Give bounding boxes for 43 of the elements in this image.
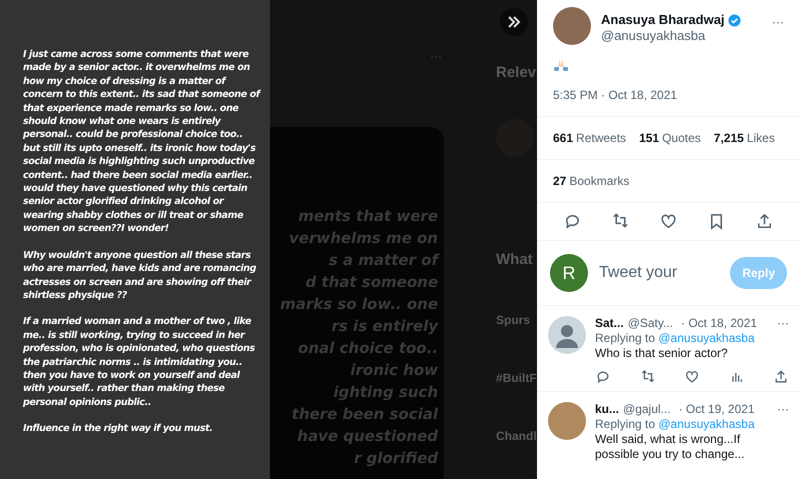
avatar [548, 402, 586, 440]
sidebar-heading: What [496, 250, 534, 270]
avatar-silhouette-icon [548, 316, 586, 354]
username: @gajul... [623, 402, 671, 417]
stat-link[interactable]: 7,215 Likes [714, 129, 775, 147]
retweet-icon[interactable] [640, 369, 656, 385]
sidebar-heading: Relev [496, 63, 537, 83]
reply-icon[interactable] [563, 212, 582, 231]
story-paragraph: I just came across some comments that were made by a senior actor.. it overwhelms me on how my choice of dressing is a matter of concern to this extent.. its sad that someone of that experience made remarks so low.. one should know what one wears is entirely personal.. could be professional choice too.. but still its upto oneself.. its ironic how today's social media is highlighting such unproductive content.. had there been social media earlier.. would they have questioned why this certain senior actor glorified drinking alcohol or wearing shabby clothes or ill treat or shame women on screen??I wonder! [23, 48, 262, 236]
more-icon[interactable]: ··· [777, 316, 789, 331]
expand-button[interactable] [500, 8, 528, 36]
heart-icon[interactable] [659, 212, 678, 231]
timestamp: 5:35 PM · Oct 18, 2021 [537, 86, 800, 117]
stat-link[interactable]: 661 Retweets [553, 129, 626, 147]
date: · Oct 18, 2021 [681, 316, 758, 331]
story-paragraph: If a married woman and a mother of two , like me.. is still working, trying to succeed in her profession, who is opinionated, who questions the patriarchic norms .. is intimidating you.. then you have to work on yourself and deal with yourself.. rather than making these personal opinions public.. [23, 315, 256, 410]
share-icon[interactable] [773, 369, 789, 385]
retweet-icon[interactable] [611, 212, 630, 231]
username: @anusuyakhasba [601, 28, 706, 44]
display-name: Sat... [595, 316, 624, 331]
praying-hands-icon [553, 58, 569, 72]
display-name: Anasuya Bharadwaj [601, 12, 725, 28]
double-chevron-icon [507, 15, 521, 29]
display-name: ku... [595, 402, 620, 417]
reply-field[interactable]: Tweet your [599, 261, 730, 285]
date: · Oct 19, 2021 [678, 402, 755, 417]
heart-icon[interactable] [684, 369, 700, 385]
share-icon[interactable] [755, 212, 774, 231]
user-avatar: R [550, 254, 588, 292]
reply-text: Who is that senior actor? [595, 346, 729, 361]
story-paragraph: Influence in the right way if you must. [23, 422, 214, 436]
more-icon[interactable]: ··· [777, 402, 789, 417]
avatar [553, 7, 591, 45]
reply-icon[interactable] [595, 369, 611, 385]
reply-text: Well said, what is wrong...If possible you try to change... [595, 432, 746, 462]
more-icon[interactable]: ··· [772, 7, 784, 31]
story-paragraph: Why wouldn't anyone question all these stars who are married, have kids and are romancing actresses on screen and are showing off their shirtless physique ?? [23, 248, 258, 302]
username: @Saty... [628, 316, 673, 331]
more-icon: ··· [430, 50, 442, 62]
stat-link[interactable]: 151 Quotes [639, 129, 701, 147]
replying-to: Replying to @anusuyakhasba [595, 417, 756, 432]
replying-to: Replying to @anusuyakhasba [595, 331, 756, 346]
stat-link[interactable]: 27 Bookmarks [553, 174, 630, 188]
